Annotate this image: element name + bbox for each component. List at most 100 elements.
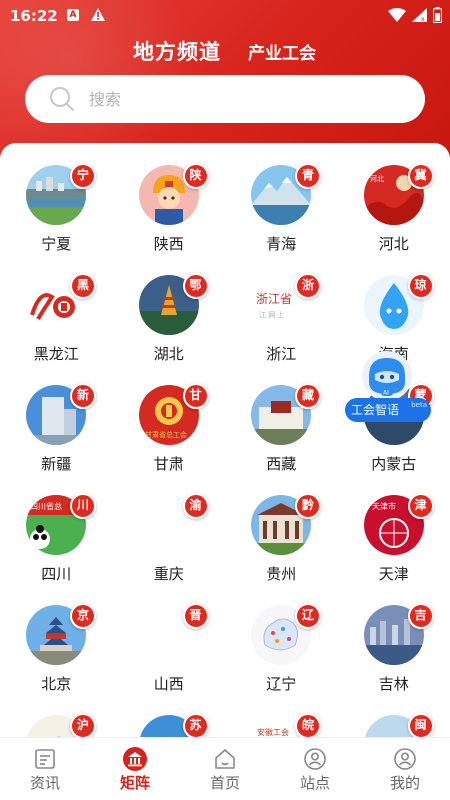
search-icon — [50, 87, 74, 111]
region-badge: 青 — [295, 163, 321, 189]
region-item[interactable]: 河北冀河北 — [338, 163, 450, 273]
region-badge: 黑 — [70, 273, 96, 299]
status-bar: 16:22 A x — [0, 0, 450, 32]
tab-home[interactable]: 首页 — [180, 738, 270, 800]
region-name: 甘肃 — [153, 455, 184, 473]
region-name: 河北 — [378, 235, 409, 253]
region-badge: 皖 — [295, 713, 321, 739]
tab-label: 站点 — [299, 774, 330, 792]
region-badge: 甘 — [182, 383, 209, 409]
region-badge: 川 — [70, 493, 96, 519]
region-item[interactable]: 新新疆 — [0, 383, 113, 493]
profile-icon — [393, 747, 417, 771]
wifi-icon — [388, 8, 406, 22]
region-badge: 辽 — [295, 603, 321, 629]
search-bar[interactable] — [25, 75, 425, 123]
region-item[interactable]: 京北京 — [0, 603, 113, 713]
ai-assistant-float[interactable]: AI 工会智语 beta — [345, 350, 433, 425]
region-item[interactable]: 四川省总川四川 — [0, 493, 113, 603]
region-badge: 黔 — [295, 493, 321, 519]
region-name: 重庆 — [153, 565, 184, 583]
region-name: 辽宁 — [266, 675, 297, 693]
region-item[interactable]: 鄂湖北 — [113, 273, 226, 383]
region-grid: 宁宁夏陕陕西青青海河北冀河北黑黑龙江鄂湖北浙江省江 网 上浙浙江琼海南新新疆甘肃… — [0, 163, 450, 743]
tab-label: 资讯 — [29, 774, 60, 792]
tab-news[interactable]: 资讯 — [0, 738, 90, 800]
region-badge: 闽 — [407, 713, 434, 739]
region-badge: 新 — [70, 383, 96, 409]
region-badge: 琼 — [407, 273, 434, 299]
tab-label: 首页 — [209, 774, 240, 792]
ai-assistant-pill[interactable]: 工会智语 beta — [345, 398, 431, 422]
region-item[interactable]: 天津市 津天津 — [338, 493, 450, 603]
ai-assistant-label: 工会智语 — [351, 403, 400, 417]
region-name: 西藏 — [266, 455, 297, 473]
region-item[interactable]: 甘肃省总工会 甘甘肃 — [113, 383, 226, 493]
region-card: 宁宁夏陕陕西青青海河北冀河北黑黑龙江鄂湖北浙江省江 网 上浙浙江琼海南新新疆甘肃… — [0, 143, 450, 743]
region-name: 青海 — [266, 235, 297, 253]
region-item[interactable]: 青青海 — [225, 163, 338, 273]
region-name: 吉林 — [378, 675, 409, 693]
search-input[interactable] — [89, 89, 389, 109]
title-bar: 地方频道 产业工会 — [0, 30, 450, 70]
region-badge: 陕 — [182, 163, 209, 189]
region-badge: 晋 — [182, 603, 209, 629]
svg-text:x: x — [421, 16, 425, 22]
region-name: 陕西 — [153, 235, 184, 253]
region-badge: 津 — [407, 493, 434, 519]
svg-text:浙江省: 浙江省 — [256, 292, 292, 306]
cell-signal-icon: x — [412, 8, 427, 22]
region-name: 山西 — [153, 675, 184, 693]
page-title: 地方频道 — [133, 40, 221, 64]
region-badge: 冀 — [407, 163, 434, 189]
tab-matrix-building[interactable]: 矩阵 — [90, 738, 180, 800]
ai-beta-tag: beta — [411, 401, 427, 409]
region-item[interactable]: 浙江省江 网 上 浙浙江 — [225, 273, 338, 383]
svg-text:AI: AI — [383, 390, 389, 397]
region-badge: 鄂 — [182, 273, 209, 299]
notification-a-icon: A — [67, 9, 79, 21]
region-item[interactable]: 黑黑龙江 — [0, 273, 113, 383]
tab-label: 矩阵 — [119, 774, 150, 792]
region-name: 湖北 — [153, 345, 184, 363]
svg-text:江 网 上: 江 网 上 — [259, 310, 284, 319]
region-item[interactable]: 藏西藏 — [225, 383, 338, 493]
region-name: 黑龙江 — [33, 345, 79, 363]
ai-robot-icon: AI — [362, 351, 412, 401]
region-name: 浙江 — [266, 345, 297, 363]
region-item[interactable]: 陕陕西 — [113, 163, 226, 273]
region-badge: 京 — [70, 603, 96, 629]
region-name: 北京 — [41, 675, 72, 693]
region-badge: 沪 — [70, 713, 96, 739]
region-badge: 藏 — [295, 383, 321, 409]
home-icon — [213, 747, 237, 771]
region-name: 四川 — [41, 565, 72, 583]
region-item[interactable]: 渝重庆 — [113, 493, 226, 603]
region-item[interactable]: 宁宁夏 — [0, 163, 113, 273]
svg-text:河北: 河北 — [370, 175, 384, 183]
region-item[interactable]: 吉吉林 — [338, 603, 450, 713]
news-icon — [33, 747, 57, 771]
svg-text:安徽工会: 安徽工会 — [257, 727, 289, 737]
region-badge: 苏 — [182, 713, 209, 739]
region-badge: 浙 — [295, 273, 321, 299]
site-user-icon — [303, 747, 327, 771]
region-badge: 吉 — [407, 603, 434, 629]
status-time: 16:22 — [10, 7, 58, 25]
battery-icon — [433, 7, 442, 23]
region-name: 内蒙古 — [371, 455, 417, 473]
region-item[interactable]: 辽辽宁 — [225, 603, 338, 713]
svg-text:甘肃省总工会: 甘肃省总工会 — [145, 430, 187, 439]
tab-label: 我的 — [389, 774, 420, 792]
region-badge: 渝 — [182, 493, 209, 519]
region-item[interactable]: 晋山西 — [113, 603, 226, 713]
region-item[interactable]: 黔贵州 — [225, 493, 338, 603]
union-tab-link[interactable]: 产业工会 — [248, 39, 316, 64]
tab-site-user[interactable]: 站点 — [270, 738, 360, 800]
tab-profile[interactable]: 我的 — [360, 738, 450, 800]
warning-icon — [90, 7, 106, 26]
region-badge: 宁 — [70, 163, 96, 189]
svg-text:四川省总: 四川省总 — [30, 501, 62, 511]
matrix-building-icon — [123, 747, 147, 771]
region-name: 天津 — [378, 565, 409, 583]
